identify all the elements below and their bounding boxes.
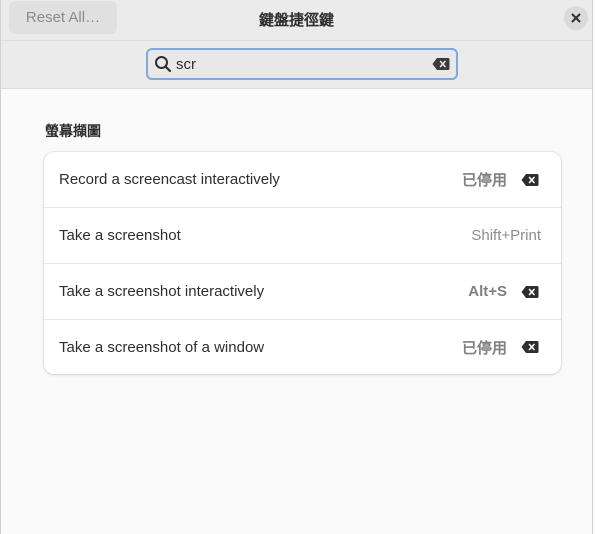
search-icon [154, 55, 172, 73]
close-icon [571, 13, 581, 23]
shortcut-list: Record a screencast interactively 已停用 Ta… [44, 152, 561, 374]
shortcut-accelerator: Shift+Print [471, 227, 541, 244]
backspace-icon [521, 285, 539, 298]
clear-text-icon[interactable] [432, 57, 450, 71]
shortcut-row-record-screencast[interactable]: Record a screencast interactively 已停用 [44, 152, 561, 208]
shortcut-row-take-screenshot-interactively[interactable]: Take a screenshot interactively Alt+S [44, 264, 561, 320]
shortcut-label: Take a screenshot [59, 227, 181, 244]
shortcut-label: Take a screenshot of a window [59, 338, 265, 356]
reset-shortcut-button[interactable] [520, 172, 540, 188]
reset-shortcut-button[interactable] [520, 284, 540, 300]
shortcut-accelerator: Alt+S [468, 283, 507, 300]
section-title: 螢幕擷圖 [45, 123, 101, 139]
shortcut-accelerator: 已停用 [461, 172, 507, 189]
search-entry[interactable] [146, 48, 458, 80]
shortcut-accelerator: 已停用 [461, 339, 507, 357]
backspace-icon [521, 341, 539, 353]
shortcut-label: Take a screenshot interactively [59, 283, 265, 300]
reset-shortcut-button[interactable] [520, 339, 540, 355]
close-button[interactable] [564, 6, 588, 30]
backspace-icon [521, 173, 539, 186]
shortcut-row-take-screenshot[interactable]: Take a screenshot Shift+Print [44, 208, 561, 264]
search-input[interactable] [176, 55, 416, 73]
header-bar: Reset All… 鍵盤捷徑鍵 [1, 0, 592, 41]
search-bar [1, 41, 592, 89]
keyboard-shortcuts-window: Reset All… 鍵盤捷徑鍵 螢幕擷圖 [0, 0, 593, 534]
window-title: 鍵盤捷徑鍵 [258, 12, 334, 29]
shortcut-label: Record a screencast interactively [59, 171, 280, 188]
shortcut-row-take-screenshot-window[interactable]: Take a screenshot of a window 已停用 [44, 320, 561, 374]
